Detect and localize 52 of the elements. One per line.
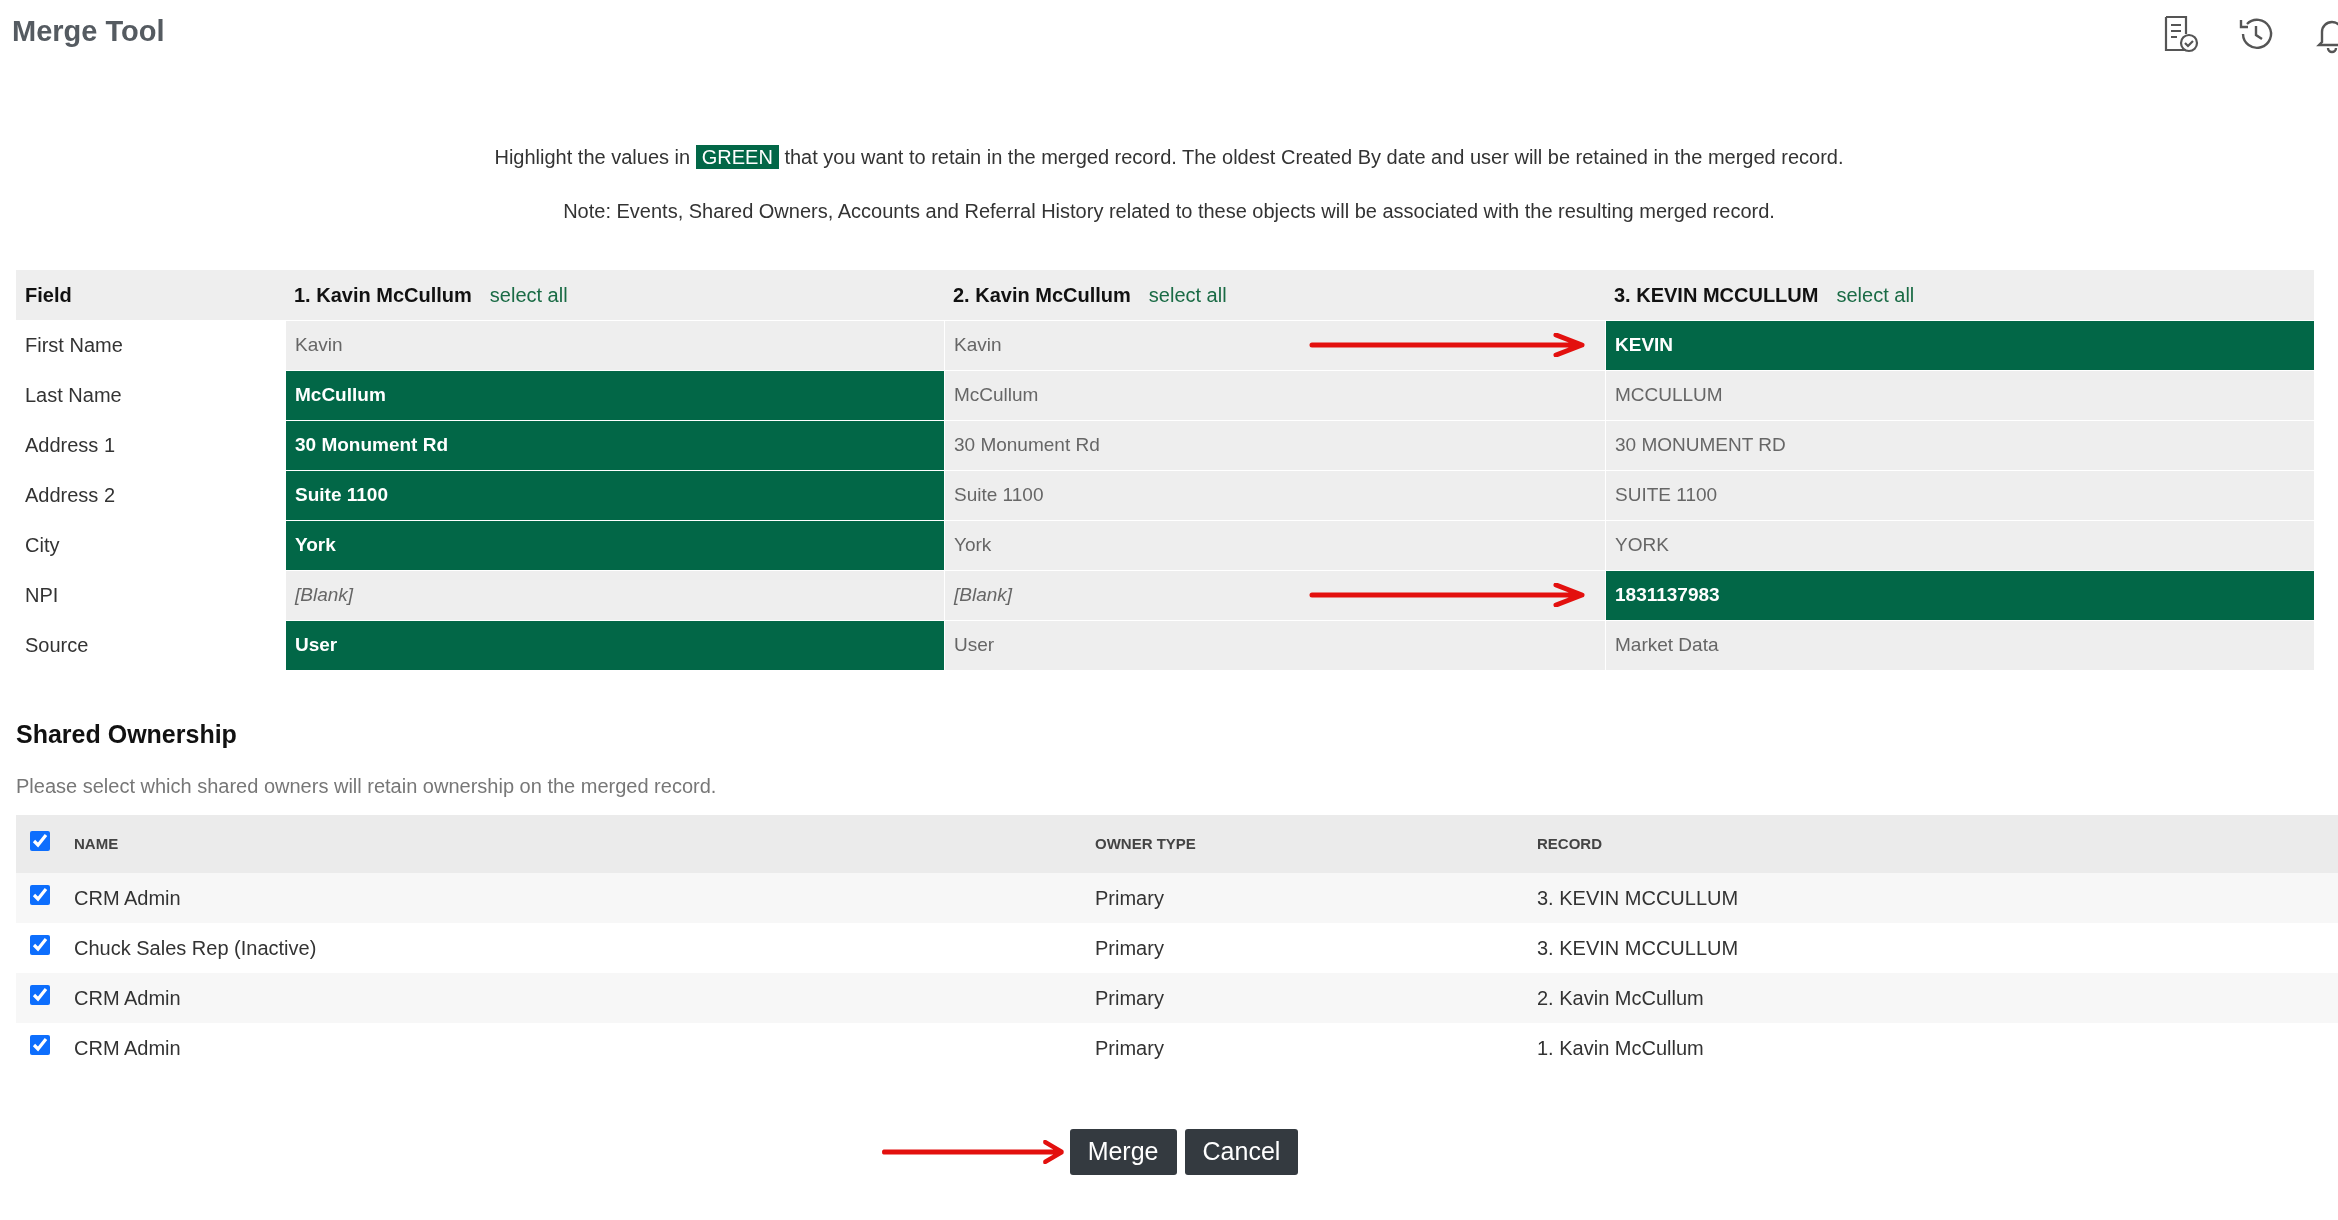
value-cell[interactable]: McCullum (944, 369, 1605, 420)
owner-name: CRM Admin (74, 886, 182, 911)
record-name: 1. Kavin McCullum (1537, 1036, 1705, 1061)
owner-type: Primary (1095, 986, 1165, 1011)
value-cell[interactable]: SUITE 1100 (1605, 469, 2314, 520)
value-cell[interactable]: McCullum (285, 369, 944, 420)
cancel-button[interactable]: Cancel (1184, 1129, 1299, 1175)
page-title: Merge Tool (12, 14, 165, 49)
value-cell[interactable]: User (944, 619, 1605, 670)
owner-type: Primary (1095, 1036, 1165, 1061)
value-cell[interactable]: YORK (1605, 519, 2314, 570)
checkbox[interactable] (30, 935, 50, 955)
value-cell[interactable]: 30 Monument Rd (285, 419, 944, 470)
value-cell[interactable]: York (944, 519, 1605, 570)
owner-name: Chuck Sales Rep (Inactive) (74, 936, 318, 961)
select-all-link[interactable]: select all (1148, 279, 1227, 310)
column-header: 1. Kavin McCullum (294, 282, 472, 308)
record-name: 3. KEVIN MCCULLUM (1537, 886, 1740, 911)
value-cell[interactable]: MCCULLUM (1605, 369, 2314, 420)
value-cell[interactable]: [Blank] (285, 569, 944, 620)
value-cell[interactable]: Kavin (944, 319, 1605, 370)
owner-name: CRM Admin (74, 986, 182, 1011)
value-cell[interactable]: Kavin (285, 319, 944, 370)
owner-name: CRM Admin (74, 1036, 182, 1061)
record-name: 2. Kavin McCullum (1537, 986, 1705, 1011)
value-cell[interactable]: Market Data (1605, 619, 2314, 670)
select-all-link[interactable]: select all (1836, 279, 1915, 310)
section-heading: Shared Ownership (16, 718, 238, 750)
owner-type: Primary (1095, 936, 1165, 961)
value-cell[interactable]: York (285, 519, 944, 570)
column-header: 2. Kavin McCullum (953, 282, 1131, 308)
value-cell[interactable]: 30 Monument Rd (944, 419, 1605, 470)
value-cell[interactable]: [Blank] (944, 569, 1605, 620)
column-header: RECORD (1537, 833, 1603, 854)
checkbox[interactable] (30, 830, 50, 851)
value-cell[interactable]: 30 MONUMENT RD (1605, 419, 2314, 470)
checkbox[interactable] (30, 985, 50, 1005)
note-text: Note: Events, Shared Owners, Accounts and Referral History related to these objects will be associated with the resulting merged record. (562, 198, 1776, 224)
column-header: 3. KEVIN MCCULLUM (1614, 282, 1819, 308)
section-description: Please select which shared owners will retain ownership on the merged record. (16, 774, 718, 799)
checkbox[interactable] (30, 885, 50, 905)
column-header: NAME (74, 833, 120, 854)
value-cell[interactable]: Suite 1100 (285, 469, 944, 520)
value-cell[interactable]: Suite 1100 (944, 469, 1605, 520)
value-cell[interactable]: User (285, 619, 944, 670)
column-header: Field (16, 269, 285, 320)
instruction-text: Highlight the values in GREEN that you want to retain in the merged record. The oldest Created By date and user will be retained in the merged record. (493, 143, 1845, 171)
checkbox[interactable] (30, 1035, 50, 1055)
record-name: 3. KEVIN MCCULLUM (1537, 936, 1740, 961)
column-header: OWNER TYPE (1095, 833, 1197, 854)
select-all-link[interactable]: select all (489, 279, 568, 310)
owner-type: Primary (1095, 886, 1165, 911)
